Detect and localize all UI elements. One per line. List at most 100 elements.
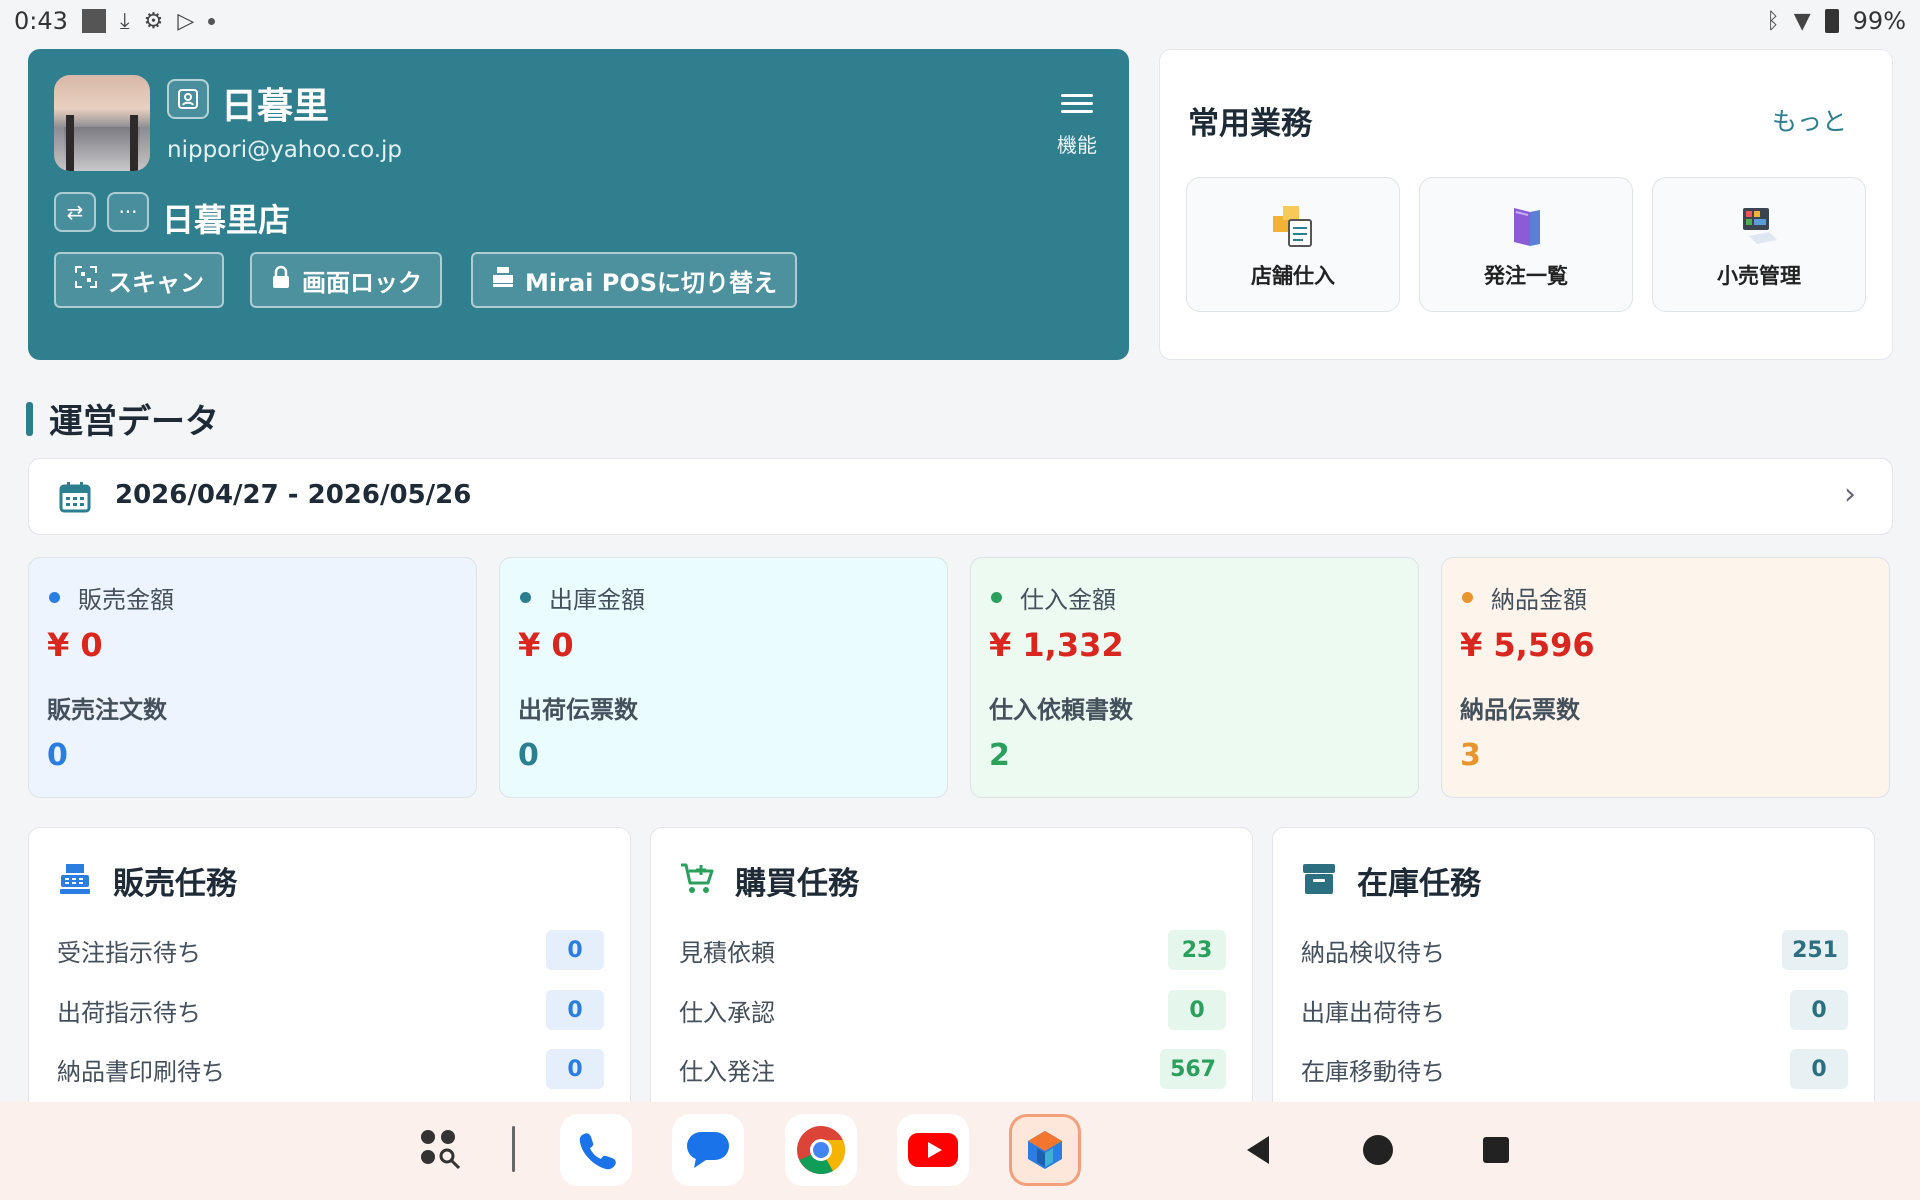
- download-icon: ⤓: [119, 8, 130, 34]
- scan-button[interactable]: スキャン: [54, 252, 224, 308]
- more-link[interactable]: もっと: [1772, 102, 1847, 138]
- common-tasks-card: 常用業務 もっと 店舗仕入 発注一覧 小売管理: [1159, 49, 1893, 360]
- lock-icon: [270, 265, 292, 295]
- bluetooth-icon: ᛒ: [1766, 8, 1780, 34]
- tile-store-purchase[interactable]: 店舗仕入: [1186, 177, 1400, 312]
- task-row-label: 在庫移動待ち: [1301, 1057, 1445, 1086]
- task-row-label: 出庫出荷待ち: [1301, 998, 1445, 1027]
- task-row-label: 納品書印刷待ち: [57, 1057, 225, 1086]
- tile-label: 店舗仕入: [1251, 264, 1335, 288]
- stat-amount: ¥ 1,332: [989, 626, 1124, 664]
- stat-count: 2: [989, 738, 1010, 773]
- youtube-icon[interactable]: [897, 1114, 969, 1186]
- tile-order-list[interactable]: 発注一覧: [1419, 177, 1633, 312]
- screen-lock-button[interactable]: 画面ロック: [250, 252, 442, 308]
- task-row[interactable]: 納品検収待ち 251: [1301, 928, 1848, 972]
- section-accent: [26, 401, 33, 436]
- monitor-icon: [1735, 202, 1783, 250]
- phone-icon[interactable]: [560, 1114, 632, 1186]
- switch-pos-label: Mirai POSに切り替え: [525, 268, 777, 297]
- count-badge: 0: [546, 1049, 604, 1089]
- messages-icon[interactable]: [672, 1114, 744, 1186]
- common-tasks-title: 常用業務: [1188, 106, 1312, 142]
- date-range-selector[interactable]: 2026/04/27 - 2026/05/26 ›: [28, 458, 1893, 535]
- profile-card: 日暮里 nippori@yahoo.co.jp 機能 ⇄ ··· 日暮里店 スキ…: [28, 49, 1129, 360]
- status-bar: 0:43 ⤓ ⚙ ▷ ᛒ ▼ 99%: [0, 0, 1920, 42]
- play-store-icon: ▷: [177, 8, 195, 34]
- avatar[interactable]: [54, 75, 150, 171]
- calendar-icon: [59, 481, 91, 513]
- task-row-label: 受注指示待ち: [57, 938, 201, 967]
- task-title: 在庫任務: [1357, 866, 1481, 902]
- count-badge: 0: [1790, 1049, 1848, 1089]
- task-row-label: 納品検収待ち: [1301, 938, 1445, 967]
- more-options-button[interactable]: ···: [107, 192, 149, 232]
- tile-label: 発注一覧: [1484, 264, 1568, 288]
- task-row[interactable]: 出荷指示待ち 0: [57, 988, 604, 1032]
- screen-lock-label: 画面ロック: [302, 268, 422, 297]
- stat-card-delivery[interactable]: 納品金額 ¥ 5,596 納品伝票数 3: [1441, 557, 1890, 798]
- stat-label: 販売金額: [78, 586, 174, 614]
- tile-label: 小売管理: [1717, 264, 1801, 288]
- task-row-label: 出荷指示待ち: [57, 998, 201, 1027]
- task-row-label: 仕入承認: [679, 998, 775, 1027]
- stat-label: 仕入金額: [1020, 586, 1116, 614]
- stat-card-shipping[interactable]: 出庫金額 ¥ 0 出荷伝票数 0: [499, 557, 948, 798]
- stat-count: 0: [47, 738, 68, 773]
- chrome-icon[interactable]: [785, 1114, 857, 1186]
- stat-label: 納品金額: [1491, 586, 1587, 614]
- switch-store-button[interactable]: ⇄: [54, 192, 96, 232]
- menu-label: 機能: [1057, 133, 1097, 157]
- cash-register-icon: [491, 265, 515, 295]
- count-badge: 23: [1168, 930, 1226, 970]
- stat-amount: ¥ 0: [47, 626, 103, 664]
- archive-icon: [1301, 861, 1337, 901]
- count-badge: 0: [1790, 990, 1848, 1030]
- stat-count: 0: [518, 738, 539, 773]
- section-title: 運営データ: [49, 402, 219, 442]
- task-row[interactable]: 納品書印刷待ち 0: [57, 1047, 604, 1091]
- task-row[interactable]: 見積依頼 23: [679, 928, 1226, 972]
- dock-separator: [512, 1126, 515, 1172]
- more-notifications-icon: [208, 17, 216, 25]
- task-row-label: 見積依頼: [679, 938, 775, 967]
- home-icon[interactable]: [1342, 1114, 1414, 1186]
- task-row[interactable]: 受注指示待ち 0: [57, 928, 604, 972]
- mirai-app-icon[interactable]: [1009, 1114, 1081, 1186]
- task-row[interactable]: 仕入発注 567: [679, 1047, 1226, 1091]
- tile-retail-management[interactable]: 小売管理: [1652, 177, 1866, 312]
- back-icon[interactable]: [1223, 1114, 1295, 1186]
- stat-card-sales[interactable]: 販売金額 ¥ 0 販売注文数 0: [28, 557, 477, 798]
- ellipsis-icon: ···: [118, 200, 138, 224]
- count-badge: 0: [546, 990, 604, 1030]
- app-drawer-icon[interactable]: [405, 1114, 477, 1186]
- task-row[interactable]: 在庫移動待ち 0: [1301, 1047, 1848, 1091]
- id-card-icon: [167, 79, 209, 119]
- menu-button[interactable]: 機能: [1042, 89, 1112, 158]
- cash-register-icon: [57, 861, 93, 901]
- section-header: 運営データ: [26, 394, 219, 443]
- status-dot: [1462, 592, 1473, 603]
- status-dot: [991, 592, 1002, 603]
- stat-sub-label: 仕入依頼書数: [989, 696, 1133, 724]
- wifi-icon: ▼: [1793, 8, 1811, 34]
- count-badge: 0: [1168, 990, 1226, 1030]
- scan-label: スキャン: [108, 268, 204, 297]
- stat-amount: ¥ 0: [518, 626, 574, 664]
- clock: 0:43: [14, 7, 68, 35]
- task-row[interactable]: 仕入承認 0: [679, 988, 1226, 1032]
- qr-scan-icon: [74, 265, 98, 295]
- stat-amount: ¥ 5,596: [1460, 626, 1595, 664]
- task-row[interactable]: 出庫出荷待ち 0: [1301, 988, 1848, 1032]
- store-name: 日暮里店: [162, 201, 291, 239]
- switch-pos-button[interactable]: Mirai POSに切り替え: [471, 252, 797, 308]
- battery-level: 99%: [1852, 7, 1906, 35]
- count-badge: 567: [1160, 1049, 1226, 1089]
- stat-card-purchase[interactable]: 仕入金額 ¥ 1,332 仕入依頼書数 2: [970, 557, 1419, 798]
- recents-icon[interactable]: [1460, 1114, 1532, 1186]
- count-badge: 0: [546, 930, 604, 970]
- user-email: nippori@yahoo.co.jp: [167, 137, 403, 163]
- task-title: 販売任務: [113, 866, 237, 902]
- date-range-text: 2026/04/27 - 2026/05/26: [115, 480, 472, 510]
- hamburger-icon: [1061, 94, 1093, 113]
